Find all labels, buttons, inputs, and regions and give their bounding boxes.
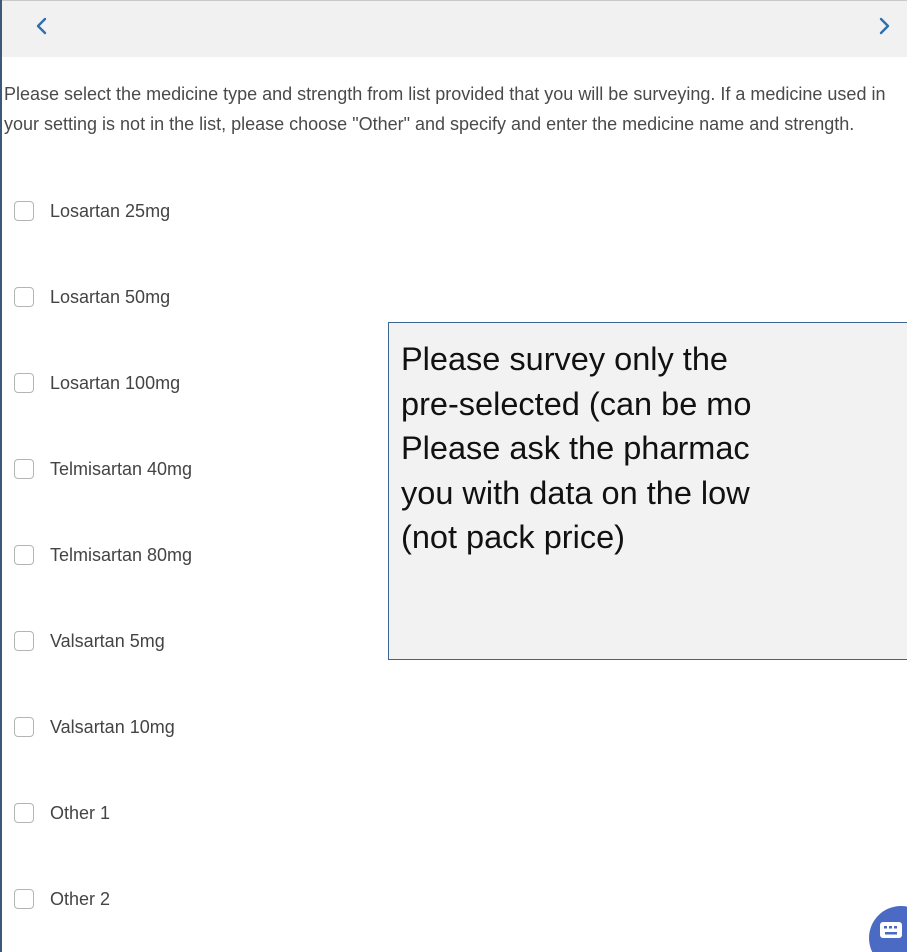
checkbox[interactable]: [14, 287, 34, 307]
option-losartan-25mg[interactable]: Losartan 25mg: [14, 196, 394, 226]
option-telmisartan-80mg[interactable]: Telmisartan 80mg: [14, 540, 394, 570]
instructions-text: Please select the medicine type and stre…: [4, 84, 886, 134]
option-label: Telmisartan 40mg: [50, 458, 193, 479]
option-other-2[interactable]: Other 2: [14, 884, 394, 914]
option-valsartan-5mg[interactable]: Valsartan 5mg: [14, 626, 394, 656]
next-button[interactable]: [872, 11, 896, 41]
left-border: [0, 0, 2, 952]
option-other-1[interactable]: Other 1: [14, 798, 394, 828]
option-losartan-100mg[interactable]: Losartan 100mg: [14, 368, 394, 398]
callout-line: Please survey only the: [401, 341, 728, 377]
checkbox[interactable]: [14, 631, 34, 651]
option-label: Valsartan 5mg: [50, 630, 165, 651]
chevron-right-icon: [872, 11, 896, 41]
chevron-left-icon: [30, 11, 54, 41]
option-label: Telmisartan 80mg: [50, 544, 193, 565]
navigation-bar: [2, 1, 907, 57]
option-losartan-50mg[interactable]: Losartan 50mg: [14, 282, 394, 312]
callout-line: pre-selected (can be mo: [401, 385, 752, 422]
callout-line: (not pack price): [401, 519, 625, 556]
option-telmisartan-40mg[interactable]: Telmisartan 40mg: [14, 454, 394, 484]
checkbox[interactable]: [14, 803, 34, 823]
checkbox[interactable]: [14, 717, 34, 737]
option-label: Losartan 25mg: [50, 200, 171, 221]
option-label: Valsartan 10mg: [50, 716, 175, 737]
callout-line: you with data on the low: [401, 474, 750, 511]
checkbox[interactable]: [14, 373, 34, 393]
callout-line: Please ask the pharmac: [401, 430, 750, 467]
instruction-callout: Please survey only the pre-selected (can…: [388, 322, 907, 660]
checkbox[interactable]: [14, 889, 34, 909]
option-label: Losartan 50mg: [50, 286, 171, 307]
option-valsartan-10mg[interactable]: Valsartan 10mg: [14, 712, 394, 742]
previous-button[interactable]: [30, 11, 54, 41]
option-label: Other 1: [50, 802, 111, 823]
checkbox[interactable]: [14, 545, 34, 565]
keyboard-button[interactable]: [869, 906, 907, 952]
option-label: Losartan 100mg: [50, 372, 181, 393]
checkbox[interactable]: [14, 459, 34, 479]
checkbox[interactable]: [14, 201, 34, 221]
option-label: Other 2: [50, 888, 111, 909]
